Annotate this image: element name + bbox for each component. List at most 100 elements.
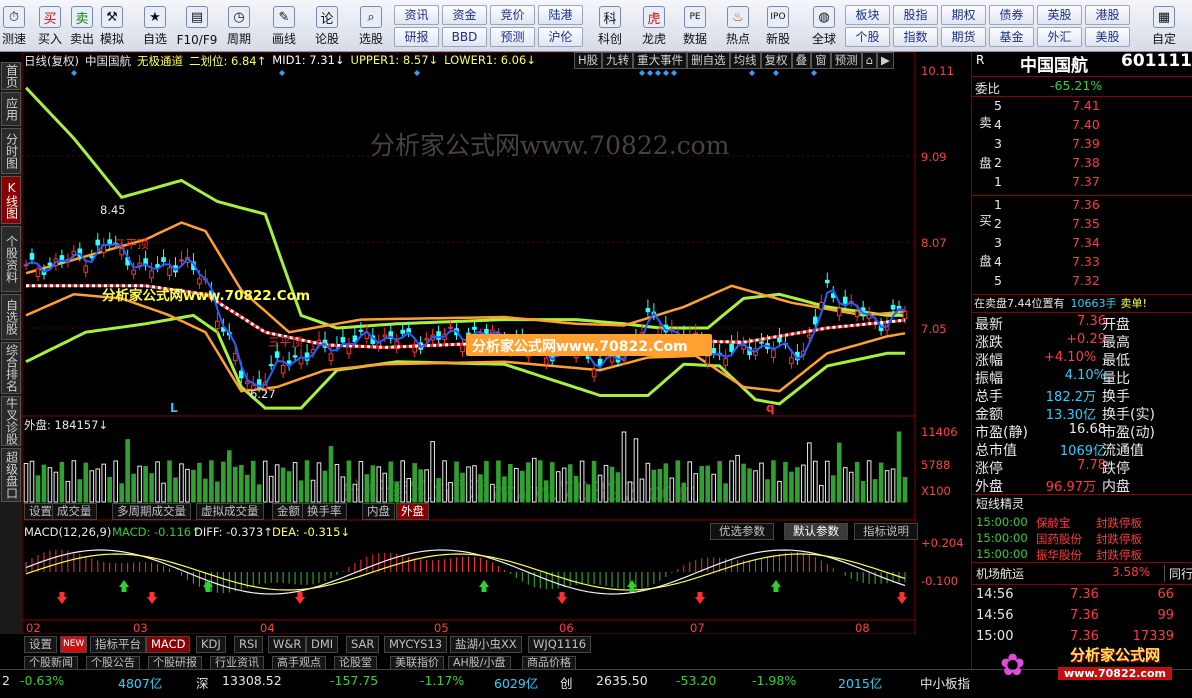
news-tab-5[interactable]: 论股堂 xyxy=(334,656,377,670)
quick-button-6[interactable]: 陆港 xyxy=(538,5,583,25)
news-tab-2[interactable]: 个股研报 xyxy=(148,656,202,670)
chart-btn-10[interactable]: ▶ xyxy=(876,52,894,69)
toolbar-tiger-button[interactable]: 虎龙虎 xyxy=(636,2,672,50)
toolbar-f10-button[interactable]: ▤ F10/F9 xyxy=(176,2,218,50)
toolbar-magnifier-button[interactable]: ⌕ 选股 xyxy=(354,2,388,50)
sector-name[interactable]: 机场航运 xyxy=(976,565,1024,582)
macd-button-1[interactable]: 默认参数 xyxy=(784,523,848,540)
quick-button-10[interactable]: 股指 xyxy=(893,5,938,25)
candle-body xyxy=(759,341,764,344)
indicator-tab-8[interactable]: SAR xyxy=(346,636,380,653)
volume-tab-2[interactable]: 多周期成交量 xyxy=(112,503,191,520)
chart-btn-9[interactable]: ⌂ xyxy=(861,52,877,69)
news-tab-0[interactable]: 个股新闻 xyxy=(24,656,78,670)
volume-bar xyxy=(801,464,806,503)
left-tab-3[interactable]: K线图 xyxy=(1,176,21,224)
toolbar-kechuang-button[interactable]: 科科创 xyxy=(592,2,628,50)
chart-btn-1[interactable]: 九转 xyxy=(602,52,634,69)
quick-button-16[interactable]: 英股 xyxy=(1037,5,1082,25)
toolbar-custom-button[interactable]: ▦ 自定 xyxy=(1144,2,1184,50)
volume-tab-7[interactable]: 外盘 xyxy=(396,503,429,520)
quick-button-15[interactable]: 基金 xyxy=(989,27,1034,47)
left-tab-2[interactable]: 分时图 xyxy=(1,128,21,174)
chart-btn-5[interactable]: 复权 xyxy=(760,52,792,69)
news-tab-8[interactable]: 商品价格 xyxy=(522,656,576,670)
toolbar-star-button[interactable]: ★ 自选 xyxy=(138,2,172,50)
volume-tab-4[interactable]: 金额 xyxy=(272,503,305,520)
news-tab-1[interactable]: 个股公告 xyxy=(86,656,140,670)
news-tab-7[interactable]: AH股/小盘 xyxy=(448,656,511,670)
quick-button-17[interactable]: 外汇 xyxy=(1037,27,1082,47)
quick-button-3[interactable]: BBD xyxy=(442,27,487,47)
volume-tab-3[interactable]: 虚拟成交量 xyxy=(196,503,264,520)
indicator-tab-3[interactable]: MACD xyxy=(146,636,191,653)
volume-tab-5[interactable]: 换手率 xyxy=(302,503,347,520)
left-tab-0[interactable]: 首页 xyxy=(1,62,21,90)
quick-button-4[interactable]: 竞价 xyxy=(490,5,535,25)
toolbar-buy-button[interactable]: 买买入 xyxy=(36,2,64,50)
quick-button-2[interactable]: 资金 xyxy=(442,5,487,25)
left-tab-5[interactable]: 自选股 xyxy=(1,294,21,340)
toolbar-clock-button[interactable]: ◷ 周期 xyxy=(222,2,256,50)
left-tab-7[interactable]: 牛叉诊股 xyxy=(1,396,21,446)
elf-stock[interactable]: 国药股份 xyxy=(1036,531,1082,547)
toolbar-speed-button[interactable]: ⏱ 测速 xyxy=(1,2,27,50)
chart-btn-2[interactable]: 重大事件 xyxy=(633,52,688,69)
indicator-tab-1[interactable]: NEW xyxy=(60,636,88,653)
chart-btn-0[interactable]: H股 xyxy=(574,52,603,69)
volume-tab-1[interactable]: 成交量 xyxy=(52,503,97,520)
indicator-tab-9[interactable]: MYCYS13 xyxy=(384,636,448,653)
sector-tab[interactable]: 同行 xyxy=(1164,565,1192,582)
indicator-tab-7[interactable]: DMI xyxy=(306,636,339,653)
toolbar-pen-button[interactable]: ✎ 画线 xyxy=(268,2,300,50)
chart-btn-8[interactable]: 预测 xyxy=(830,52,862,69)
quick-button-19[interactable]: 美股 xyxy=(1085,27,1130,47)
quick-button-18[interactable]: 港股 xyxy=(1085,5,1130,25)
news-tab-4[interactable]: 高手观点 xyxy=(272,656,326,670)
toolbar-sell-button[interactable]: 卖卖出 xyxy=(68,2,96,50)
toolbar-globe-button[interactable]: ◍ 全球 xyxy=(806,2,842,50)
chart-btn-4[interactable]: 均线 xyxy=(729,52,761,69)
quick-button-12[interactable]: 期权 xyxy=(941,5,986,25)
macd-button-0[interactable]: 优选参数 xyxy=(710,523,774,540)
volume-tab-6[interactable]: 内盘 xyxy=(362,503,395,520)
quick-button-8[interactable]: 板块 xyxy=(845,5,890,25)
quick-button-9[interactable]: 个股 xyxy=(845,27,890,47)
indicator-tab-4[interactable]: KDJ xyxy=(196,636,226,653)
news-tab-6[interactable]: 美联指价 xyxy=(390,656,444,670)
left-tab-8[interactable]: 超级盘口 xyxy=(1,448,21,502)
indicator-tab-5[interactable]: RSI xyxy=(234,636,263,653)
volume-bar xyxy=(723,483,728,503)
toolbar-chat-button[interactable]: 论论股 xyxy=(311,2,343,50)
toolbar-hammer-button[interactable]: ⚒ 模拟 xyxy=(97,2,127,50)
toolbar-ipo-button[interactable]: IPO 新股 xyxy=(760,2,796,50)
volume-bar xyxy=(765,479,770,503)
indicator-tab-10[interactable]: 盐湖小虫XX xyxy=(450,636,522,653)
indicator-tab-2[interactable]: 指标平台 xyxy=(90,636,146,653)
left-tab-6[interactable]: 综合排名 xyxy=(1,342,21,394)
quick-button-13[interactable]: 期货 xyxy=(941,27,986,47)
indicator-tab-6[interactable]: W&R xyxy=(268,636,307,653)
indicator-tab-0[interactable]: 设置 xyxy=(24,636,57,653)
elf-stock[interactable]: 保龄宝 xyxy=(1036,515,1071,531)
macd-button-2[interactable]: 指标说明 xyxy=(854,523,918,540)
quick-button-7[interactable]: 沪伦 xyxy=(538,27,583,47)
kline-chart[interactable]: 10.11 9.09 8.07 7.05 11406 5788 X100 +0.204 -0.1… xyxy=(22,52,970,634)
volume-bar xyxy=(215,481,220,503)
toolbar-fire-button[interactable]: ♨ 热点 xyxy=(720,2,756,50)
news-tab-3[interactable]: 行业资讯 xyxy=(210,656,264,670)
elf-stock[interactable]: 振华股份 xyxy=(1036,547,1082,563)
chart-btn-6[interactable]: 叠 xyxy=(791,52,812,69)
elf-title[interactable]: 短线精灵 xyxy=(976,495,1024,512)
left-tab-4[interactable]: 个股资料 xyxy=(1,226,21,292)
toolbar-pe-button[interactable]: PE 数据 xyxy=(677,2,713,50)
quick-button-0[interactable]: 资讯 xyxy=(394,5,439,25)
chart-btn-7[interactable]: 窗 xyxy=(811,52,831,69)
quick-button-14[interactable]: 债券 xyxy=(989,5,1034,25)
quick-button-11[interactable]: 指数 xyxy=(893,27,938,47)
chart-btn-3[interactable]: 删自选 xyxy=(687,52,730,69)
quick-button-1[interactable]: 研报 xyxy=(394,27,439,47)
left-tab-1[interactable]: 应用 xyxy=(1,92,21,126)
quick-button-5[interactable]: 预测 xyxy=(490,27,535,47)
indicator-tab-11[interactable]: WJQ1116 xyxy=(528,636,592,653)
